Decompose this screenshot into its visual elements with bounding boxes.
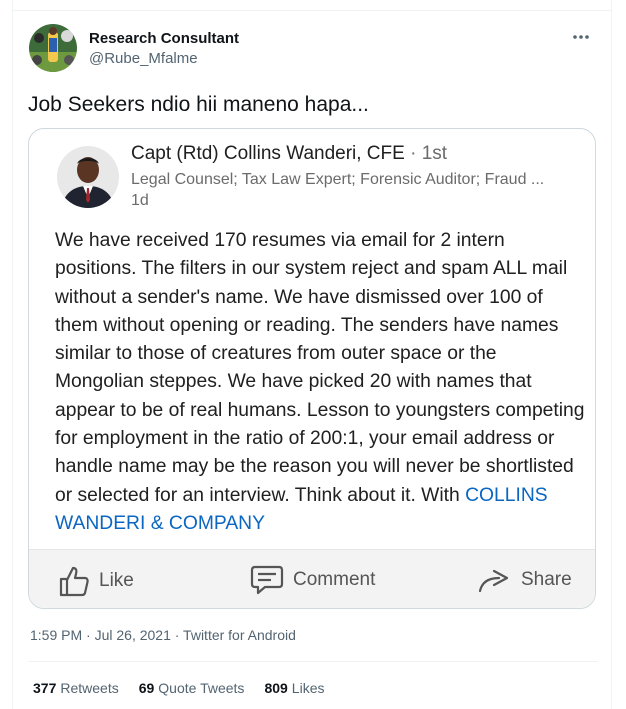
embedded-post-text: We have received 170 resumes via email f… — [55, 230, 585, 506]
likes-count: 809 — [264, 680, 288, 696]
embedded-post-image[interactable]: Capt (Rtd) Collins Wanderi, CFE · 1st Le… — [28, 128, 596, 609]
more-icon[interactable] — [572, 24, 590, 45]
connection-degree: · 1st — [404, 143, 448, 164]
stats-divider — [28, 661, 598, 662]
comment-action: Comment — [249, 564, 375, 596]
comment-icon — [249, 564, 285, 596]
quote-tweets-stat[interactable]: 69 Quote Tweets — [139, 680, 245, 696]
top-divider — [12, 10, 612, 11]
author-display-name[interactable]: Research Consultant — [89, 30, 239, 47]
quote-tweets-label: Quote Tweets — [158, 680, 245, 696]
author-avatar[interactable] — [29, 24, 77, 72]
comment-label: Comment — [293, 569, 376, 590]
likes-label: Likes — [291, 680, 325, 696]
embedded-post-body: We have received 170 resumes via email f… — [55, 227, 585, 538]
retweets-stat[interactable]: 377 Retweets — [33, 680, 119, 696]
likes-stat[interactable]: 809 Likes — [264, 680, 324, 696]
like-icon — [57, 564, 91, 598]
tweet-text: Job Seekers ndio hii maneno hapa... — [28, 93, 369, 116]
like-label: Like — [99, 570, 134, 591]
embedded-post-age: 1d — [131, 192, 149, 209]
embedded-author-line: Capt (Rtd) Collins Wanderi, CFE · 1st — [131, 143, 447, 165]
share-icon — [477, 564, 513, 596]
share-action: Share — [477, 564, 572, 596]
tweet-timestamp[interactable]: 1:59 PM · Jul 26, 2021 · Twitter for And… — [30, 627, 296, 643]
author-handle[interactable]: @Rube_Mfalme — [89, 50, 198, 67]
embedded-author-headline: Legal Counsel; Tax Law Expert; Forensic … — [131, 171, 545, 188]
quote-tweets-count: 69 — [138, 680, 155, 696]
embedded-author-name: Capt (Rtd) Collins Wanderi, CFE — [131, 143, 405, 164]
retweets-count: 377 — [33, 680, 57, 696]
tweet-stats: 377 Retweets 69 Quote Tweets 809 Likes — [33, 680, 324, 696]
embedded-author-avatar — [57, 146, 119, 208]
share-label: Share — [521, 569, 572, 590]
like-action: Like — [57, 564, 134, 598]
retweets-label: Retweets — [60, 680, 119, 696]
embedded-post-actions: Like Comment Share — [29, 549, 595, 608]
